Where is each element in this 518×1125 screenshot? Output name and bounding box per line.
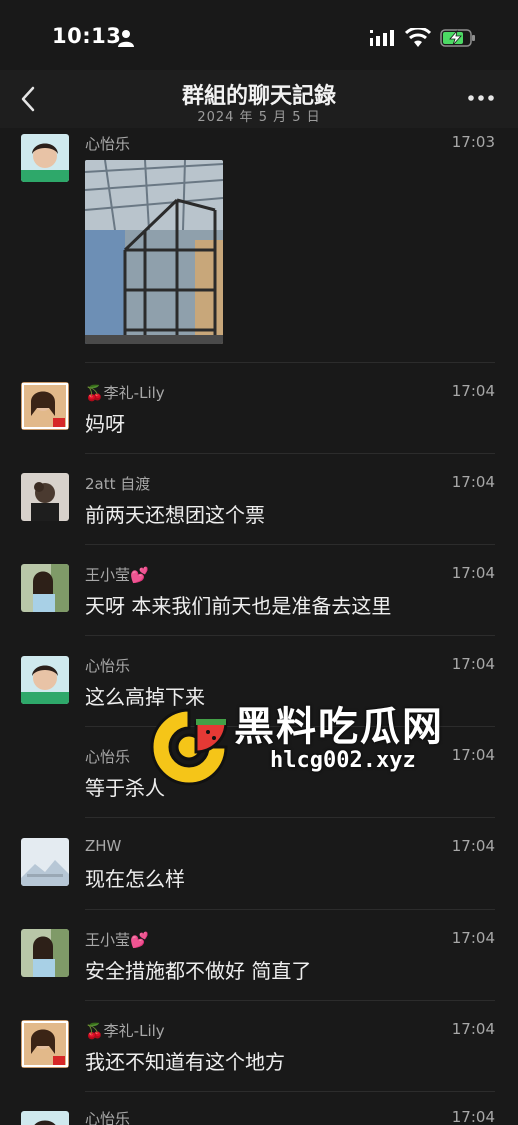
message-text[interactable]: 前两天还想团这个票 — [85, 499, 265, 528]
list-item: 🍒李礼-Lily 17:04 我还不知道有这个地方 — [0, 1000, 518, 1091]
status-time: 10:13 — [52, 24, 122, 48]
message-time: 17:03 — [451, 133, 495, 151]
watermark-overlay: 黑料吃瓜网 hlcg002.xyz — [142, 688, 462, 808]
watermark-title: 黑料吃瓜网 — [234, 704, 444, 750]
sender-name: 王小莹💕 — [85, 931, 149, 949]
chat-history-list[interactable]: 心怡乐 17:03 🍒李礼-Lily 17:04 妈呀 2att 自渡 17:0… — [0, 128, 518, 1125]
message-time: 17:04 — [451, 837, 495, 855]
message-text[interactable]: 现在怎么样 — [85, 863, 185, 892]
avatar[interactable] — [21, 473, 69, 521]
watermark-url: hlcg002.xyz — [270, 748, 416, 773]
battery-charging-icon — [440, 29, 475, 47]
message-text[interactable]: 安全措施都不做好 简直了 — [85, 955, 311, 984]
message-time: 17:04 — [451, 564, 495, 582]
avatar[interactable] — [21, 656, 69, 704]
sender-name: ZHW — [85, 837, 122, 855]
message-time: 17:04 — [451, 1108, 495, 1125]
sender-name: 心怡乐 — [85, 657, 131, 675]
list-item: 王小莹💕 17:04 天呀 本来我们前天也是准备去这里 — [0, 544, 518, 635]
watermark-logo-icon — [150, 708, 228, 786]
list-item: 心怡乐 17:03 — [0, 128, 518, 362]
sender-name: 心怡乐 — [85, 1110, 131, 1125]
sender-name: 2att 自渡 — [85, 475, 151, 493]
message-time: 17:04 — [451, 382, 495, 400]
more-dots-icon[interactable] — [466, 90, 496, 106]
list-item: 🍒李礼-Lily 17:04 妈呀 — [0, 362, 518, 453]
avatar[interactable] — [21, 929, 69, 977]
person-icon — [118, 30, 134, 47]
page-subtitle-date: 2024 年 5 月 5 日 — [197, 110, 321, 125]
avatar[interactable] — [21, 1020, 69, 1068]
status-bar: 10:13 — [0, 0, 518, 70]
message-text[interactable]: 妈呀 — [85, 408, 125, 437]
list-item: ZHW 17:04 现在怎么样 — [0, 817, 518, 909]
sender-name: 王小莹💕 — [85, 566, 149, 584]
wifi-icon — [405, 28, 431, 47]
signal-icon — [370, 30, 394, 46]
message-time: 17:04 — [451, 655, 495, 673]
avatar[interactable] — [21, 838, 69, 886]
message-time: 17:04 — [451, 1020, 495, 1038]
avatar[interactable] — [21, 382, 69, 430]
sender-name: 🍒李礼-Lily — [85, 1022, 165, 1040]
message-text[interactable]: 我还不知道有这个地方 — [85, 1046, 285, 1075]
message-text[interactable]: 天呀 本来我们前天也是准备去这里 — [85, 590, 391, 619]
list-item: 心怡乐 17:04 — [0, 1091, 518, 1125]
avatar[interactable] — [21, 134, 69, 182]
list-item: 王小莹💕 17:04 安全措施都不做好 简直了 — [0, 909, 518, 1000]
avatar[interactable] — [21, 1111, 69, 1125]
message-time: 17:04 — [451, 473, 495, 491]
message-time: 17:04 — [451, 929, 495, 947]
nav-bar: 群組的聊天記錄 2024 年 5 月 5 日 — [0, 70, 518, 128]
list-item: 2att 自渡 17:04 前两天还想团这个票 — [0, 453, 518, 544]
message-image[interactable] — [85, 160, 223, 344]
sender-name: 心怡乐 — [85, 135, 131, 153]
avatar[interactable] — [21, 564, 69, 612]
sender-name: 🍒李礼-Lily — [85, 384, 165, 402]
sender-name: 心怡乐 — [85, 748, 131, 766]
